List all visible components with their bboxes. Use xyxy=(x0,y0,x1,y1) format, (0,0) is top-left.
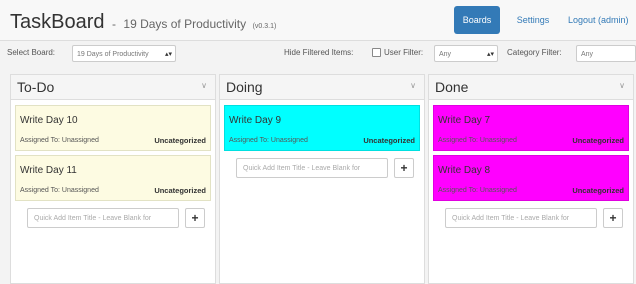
task-card[interactable]: Write Day 10 Assigned To: Unassigned Unc… xyxy=(15,105,211,151)
user-filter-value: Any xyxy=(439,51,452,58)
column-title: To-Do xyxy=(17,79,55,95)
nav-logout-link[interactable]: Logout (admin) xyxy=(562,6,636,34)
collapse-caret-icon[interactable]: ∨ xyxy=(201,81,207,90)
column-title: Doing xyxy=(226,79,263,95)
column-todo: To-Do ∨ Write Day 10 Assigned To: Unassi… xyxy=(10,74,216,284)
collapse-caret-icon[interactable]: ∨ xyxy=(619,81,625,90)
card-title: Write Day 11 xyxy=(20,165,77,176)
card-category: Uncategorized xyxy=(154,136,206,145)
card-assignee: Assigned To: Unassigned xyxy=(20,187,99,194)
filter-bar: Select Board: 19 Days of Productivity ▴▾… xyxy=(0,40,636,68)
collapse-caret-icon[interactable]: ∨ xyxy=(410,81,416,90)
select-board-label: Select Board: xyxy=(7,48,56,57)
column-header: Doing ∨ xyxy=(220,75,424,100)
category-filter-label: Category Filter: xyxy=(507,48,562,57)
category-filter-dropdown[interactable]: Any xyxy=(576,45,636,62)
column-header: To-Do ∨ xyxy=(11,75,215,100)
column-title: Done xyxy=(435,79,469,95)
card-category: Uncategorized xyxy=(572,136,624,145)
card-category: Uncategorized xyxy=(154,186,206,195)
card-title: Write Day 7 xyxy=(438,115,491,126)
app-name[interactable]: TaskBoard xyxy=(10,11,105,33)
card-title: Write Day 8 xyxy=(438,165,491,176)
quick-add-button[interactable]: + xyxy=(394,158,414,178)
quick-add-input[interactable]: Quick Add Item Title - Leave Blank for xyxy=(445,208,597,228)
select-board-dropdown[interactable]: 19 Days of Productivity ▴▾ xyxy=(72,45,176,62)
task-card[interactable]: Write Day 7 Assigned To: Unassigned Unca… xyxy=(433,105,629,151)
column-header: Done ∨ xyxy=(429,75,633,100)
card-assignee: Assigned To: Unassigned xyxy=(20,137,99,144)
nav-boards-button[interactable]: Boards xyxy=(454,6,500,34)
title-separator: - xyxy=(111,17,116,31)
select-board-value: 19 Days of Productivity xyxy=(77,51,149,58)
quick-add-row: Quick Add Item Title - Leave Blank for + xyxy=(429,208,633,230)
quick-add-input[interactable]: Quick Add Item Title - Leave Blank for xyxy=(27,208,179,228)
card-category: Uncategorized xyxy=(363,136,415,145)
card-title: Write Day 9 xyxy=(229,115,282,126)
user-filter-dropdown[interactable]: Any ▴▾ xyxy=(434,45,498,62)
column-doing: Doing ∨ Write Day 9 Assigned To: Unassig… xyxy=(219,74,425,284)
task-card[interactable]: Write Day 9 Assigned To: Unassigned Unca… xyxy=(224,105,420,151)
nav-settings-link[interactable]: Settings xyxy=(508,6,558,34)
quick-add-button[interactable]: + xyxy=(603,208,623,228)
app-title: TaskBoard - 19 Days of Productivity (v0.… xyxy=(10,11,276,34)
column-done: Done ∨ Write Day 7 Assigned To: Unassign… xyxy=(428,74,634,284)
top-navbar: TaskBoard - 19 Days of Productivity (v0.… xyxy=(0,0,636,41)
card-assignee: Assigned To: Unassigned xyxy=(438,187,517,194)
card-category: Uncategorized xyxy=(572,186,624,195)
hide-filtered-label: Hide Filtered Items: xyxy=(284,48,354,57)
card-assignee: Assigned To: Unassigned xyxy=(438,137,517,144)
app-version: (v0.3.1) xyxy=(252,23,277,30)
current-board-name: 19 Days of Productivity xyxy=(123,17,247,31)
category-filter-value: Any xyxy=(581,51,594,58)
quick-add-button[interactable]: + xyxy=(185,208,205,228)
dropdown-arrow-icon: ▴▾ xyxy=(486,51,494,58)
task-card[interactable]: Write Day 8 Assigned To: Unassigned Unca… xyxy=(433,155,629,201)
quick-add-input[interactable]: Quick Add Item Title - Leave Blank for xyxy=(236,158,388,178)
dropdown-arrow-icon: ▴▾ xyxy=(164,51,172,58)
task-card[interactable]: Write Day 11 Assigned To: Unassigned Unc… xyxy=(15,155,211,201)
quick-add-row: Quick Add Item Title - Leave Blank for + xyxy=(11,208,215,230)
hide-filtered-checkbox[interactable] xyxy=(372,48,381,57)
user-filter-label: User Filter: xyxy=(384,48,424,57)
card-assignee: Assigned To: Unassigned xyxy=(229,137,308,144)
card-title: Write Day 10 xyxy=(20,115,78,126)
quick-add-row: Quick Add Item Title - Leave Blank for + xyxy=(220,158,424,180)
